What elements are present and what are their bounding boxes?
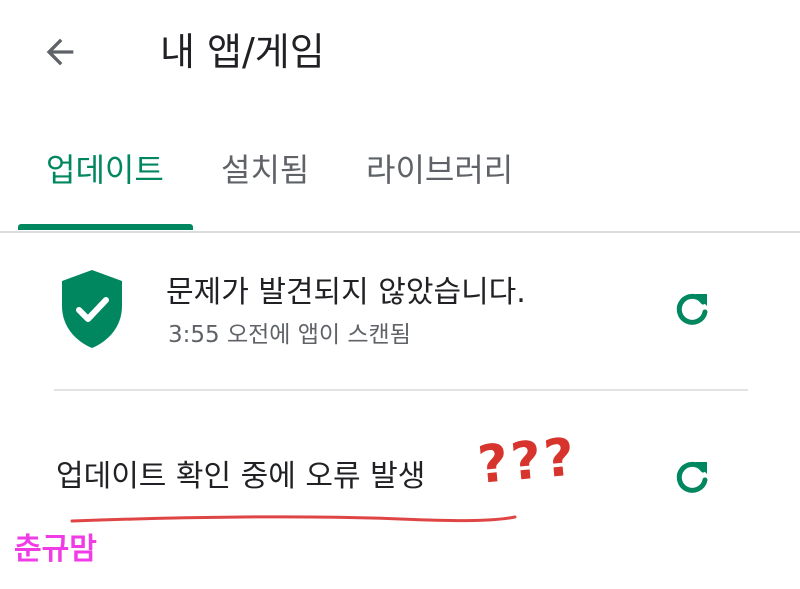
section-divider	[54, 389, 748, 391]
page-title: 내 앱/게임	[160, 30, 325, 74]
active-tab-indicator	[18, 224, 193, 230]
arrow-left-icon	[46, 38, 74, 66]
scan-status-title: 문제가 발견되지 않았습니다.	[166, 275, 526, 310]
red-underline-annotation	[70, 515, 517, 523]
question-marks-annotation: ???	[475, 427, 580, 496]
retry-update-check-button[interactable]	[660, 446, 724, 510]
signature-watermark: 춘규맘	[14, 532, 97, 567]
my-apps-screen: 내 앱/게임 업데이트 설치됨 라이브러리 문제가 발견되지 않았습니다. 3:…	[0, 0, 800, 589]
scan-status-timestamp: 3:55 오전에 앱이 스캔됨	[168, 322, 411, 348]
tab-installed[interactable]: 설치됨	[221, 138, 309, 202]
tab-library[interactable]: 라이브러리	[366, 138, 513, 202]
tabs-divider	[0, 231, 800, 233]
back-button[interactable]	[28, 20, 92, 84]
update-error-message: 업데이트 확인 중에 오류 발생	[56, 459, 426, 494]
tab-updates[interactable]: 업데이트	[46, 138, 164, 202]
rescan-button[interactable]	[660, 278, 724, 342]
refresh-icon	[676, 461, 708, 493]
shield-check-icon	[62, 270, 122, 348]
refresh-icon	[676, 293, 708, 325]
